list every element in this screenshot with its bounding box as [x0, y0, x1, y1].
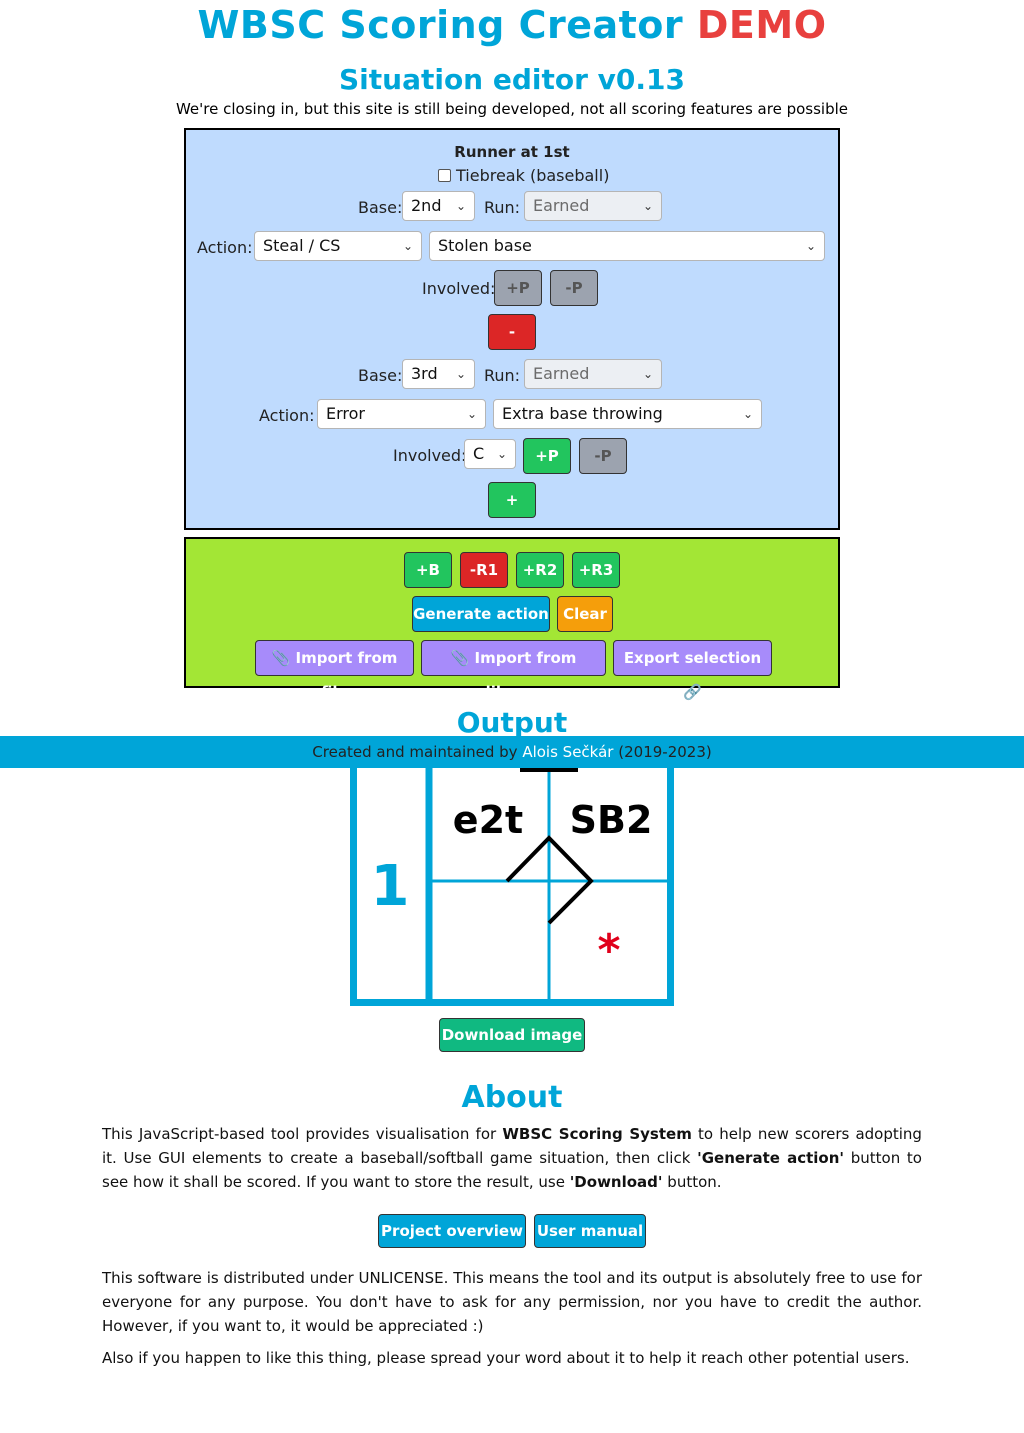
about-paragraph-3: Also if you happen to like this thing, p… [102, 1349, 910, 1367]
chevron-down-icon: ⌄ [455, 199, 466, 213]
about-heading: About [461, 1080, 563, 1115]
run-select-2[interactable]: Earned ⌄ [524, 359, 662, 389]
chevron-down-icon: ⌄ [466, 407, 477, 421]
action-label-2: Action: [259, 406, 315, 425]
export-selection-button[interactable]: Export selection 🔗 [613, 640, 772, 701]
involved-label-1: Involved: [422, 279, 496, 298]
action-type-select-2[interactable]: Error ⌄ [317, 399, 486, 429]
download-image-button[interactable]: Download image [439, 1018, 585, 1052]
cell-top-left-text: e2t [453, 798, 523, 842]
runner-heading: Runner at 1st [454, 143, 570, 161]
add-r2-button[interactable]: +R2 [516, 552, 564, 588]
base-label-1: Base: [358, 198, 403, 217]
scoring-image: 1 e2t SB2 * [350, 740, 674, 1006]
app-title: WBSC Scoring Creator DEMO [0, 0, 1024, 50]
chevron-down-icon: ⌄ [496, 447, 507, 461]
involved-label-2: Involved: [393, 446, 467, 465]
run-select-1[interactable]: Earned ⌄ [524, 191, 662, 221]
add-player-button-2[interactable]: +P [523, 438, 571, 474]
action-detail-select-1[interactable]: Stolen base ⌄ [429, 231, 825, 261]
action-label-1: Action: [197, 238, 253, 257]
app-title-text: WBSC Scoring Creator [197, 3, 684, 47]
chevron-down-icon: ⌄ [642, 367, 653, 381]
footer-bar: Created and maintained by Alois Sečkár (… [0, 736, 1024, 768]
cell-top-right-text: SB2 [570, 798, 653, 842]
chevron-down-icon: ⌄ [642, 199, 653, 213]
tiebreak-checkbox[interactable] [438, 169, 451, 182]
author-link[interactable]: Alois Sečkár [522, 743, 613, 761]
tiebreak-label: Tiebreak (baseball) [456, 166, 610, 185]
footer-prefix: Created and maintained by [312, 743, 518, 761]
action-type-select-1[interactable]: Steal / CS ⌄ [254, 231, 422, 261]
about-paragraph-1: This JavaScript-based tool provides visu… [102, 1122, 922, 1194]
action-type-1-value: Steal / CS [263, 236, 341, 255]
asterisk-marker: * [597, 925, 620, 976]
remove-action-button[interactable]: - [488, 314, 536, 350]
add-batter-button[interactable]: +B [404, 552, 452, 588]
runner-panel: Runner at 1st Tiebreak (baseball) Base: … [184, 128, 840, 530]
run-label-2: Run: [484, 366, 521, 385]
run-select-2-value: Earned [533, 364, 590, 383]
demo-label: DEMO [696, 3, 827, 47]
action-type-2-value: Error [326, 404, 365, 423]
project-overview-button[interactable]: Project overview [378, 1214, 526, 1248]
page-subtitle: Situation editor v0.13 [338, 63, 686, 96]
add-player-button-1[interactable]: +P [494, 270, 542, 306]
chevron-down-icon: ⌄ [455, 367, 466, 381]
action-detail-select-2[interactable]: Extra base throwing ⌄ [493, 399, 762, 429]
batter-number: 1 [371, 854, 410, 919]
involved-player-value: C [473, 444, 485, 463]
import-file-button[interactable]: 📎 Import from file [255, 640, 414, 701]
control-panel: +B -R1 +R2 +R3 Generate action Clear 📎 I… [184, 537, 840, 701]
base-select-2[interactable]: 3rd ⌄ [402, 359, 475, 389]
generate-action-button[interactable]: Generate action [412, 596, 550, 632]
add-r3-button[interactable]: +R3 [572, 552, 620, 588]
run-label-1: Run: [484, 198, 521, 217]
base-select-2-value: 3rd [411, 364, 438, 383]
about-paragraph-2: This software is distributed under UNLIC… [102, 1269, 922, 1335]
about-p1-d: 'Generate action' [697, 1149, 844, 1167]
about-p1-f: 'Download' [569, 1173, 663, 1191]
base-label-2: Base: [358, 366, 403, 385]
action-detail-2-value: Extra base throwing [502, 404, 663, 423]
action-detail-1-value: Stolen base [438, 236, 532, 255]
import-library-button[interactable]: 📎 Import from library [421, 640, 606, 701]
clear-button[interactable]: Clear [557, 596, 613, 632]
base-select-1[interactable]: 2nd ⌄ [402, 191, 475, 221]
involved-player-select[interactable]: C ⌄ [464, 439, 516, 469]
chevron-down-icon: ⌄ [805, 239, 816, 253]
remove-r1-button[interactable]: -R1 [460, 552, 508, 588]
run-select-1-value: Earned [533, 196, 590, 215]
user-manual-button[interactable]: User manual [534, 1214, 646, 1248]
base-select-1-value: 2nd [411, 196, 442, 215]
about-p1-g: button. [667, 1173, 722, 1191]
add-action-button[interactable]: + [488, 482, 536, 518]
remove-player-button-2[interactable]: -P [579, 438, 627, 474]
about-p1-b: WBSC Scoring System [502, 1125, 692, 1143]
remove-player-button-1[interactable]: -P [550, 270, 598, 306]
chevron-down-icon: ⌄ [402, 239, 413, 253]
about-p1-a: This JavaScript-based tool provides visu… [102, 1125, 497, 1143]
footer-years: (2019-2023) [618, 743, 712, 761]
chevron-down-icon: ⌄ [742, 407, 753, 421]
dev-note: We're closing in, but this site is still… [175, 100, 848, 118]
